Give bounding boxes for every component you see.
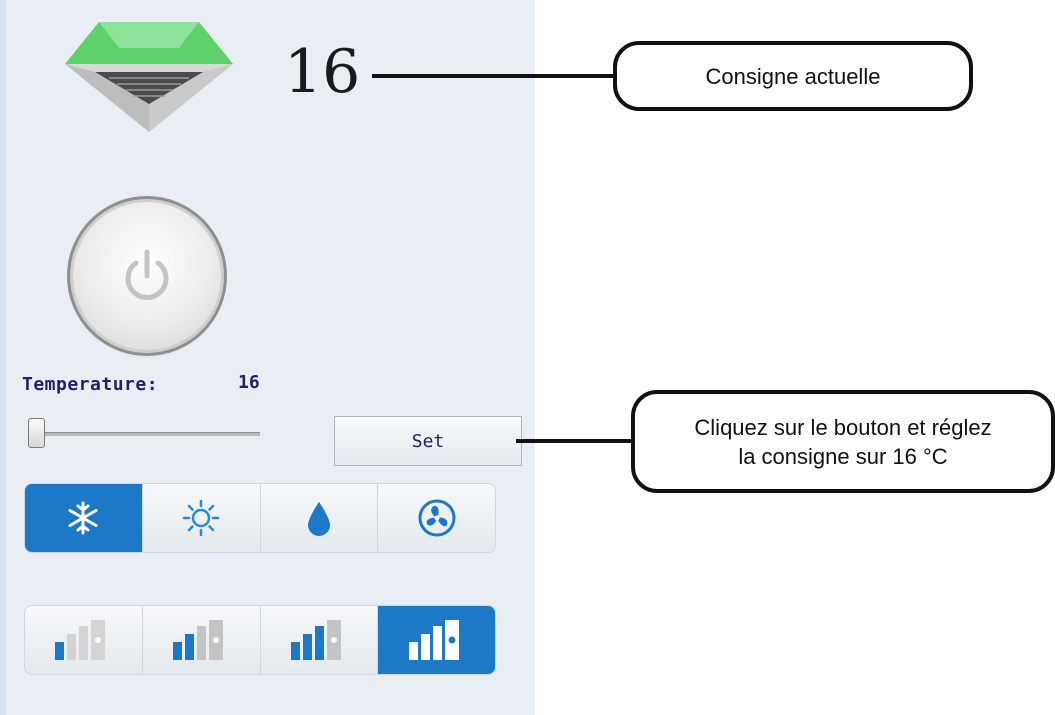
temperature-slider-thumb[interactable] xyxy=(28,418,45,448)
cassette-unit-icon xyxy=(61,20,236,135)
mode-selector xyxy=(24,483,496,553)
fan-speed-high-button[interactable] xyxy=(260,606,379,674)
power-button[interactable] xyxy=(73,202,221,350)
set-button[interactable]: Set xyxy=(334,416,522,466)
mode-heat-button[interactable] xyxy=(142,484,261,552)
mode-cool-button[interactable] xyxy=(25,484,143,552)
set-button-leader-line xyxy=(516,439,631,443)
mode-dry-button[interactable] xyxy=(260,484,379,552)
mode-fan-button[interactable] xyxy=(378,484,495,552)
fan-speed-1-icon xyxy=(55,620,106,660)
temperature-label: Temperature: xyxy=(22,374,159,395)
fan-speed-medium-button[interactable] xyxy=(142,606,261,674)
fan-speed-auto-button[interactable] xyxy=(378,606,495,674)
power-icon xyxy=(125,249,169,300)
fan-speed-selector xyxy=(24,605,496,675)
current-setpoint-display: 16 xyxy=(284,37,361,107)
fan-icon xyxy=(418,499,456,537)
fan-speed-auto-icon xyxy=(408,620,459,660)
control-panel: 16 Temperature: 16 Set xyxy=(0,0,535,715)
fan-speed-3-icon xyxy=(290,620,341,660)
set-callout-line-1: Cliquez sur le bouton et réglez xyxy=(694,414,992,440)
setpoint-leader-line xyxy=(372,74,613,78)
fan-speed-low-button[interactable] xyxy=(25,606,143,674)
water-drop-icon xyxy=(307,502,330,536)
temperature-value: 16 xyxy=(238,372,260,393)
fan-speed-2-icon xyxy=(173,620,224,660)
setpoint-callout: Consigne actuelle xyxy=(613,41,973,111)
snowflake-icon xyxy=(68,501,98,535)
set-callout-line-2: la consigne sur 16 °C xyxy=(738,443,948,469)
temperature-slider-track[interactable] xyxy=(28,432,260,436)
sun-icon xyxy=(182,499,220,537)
set-button-callout: Cliquez sur le bouton et réglez la consi… xyxy=(631,390,1055,493)
